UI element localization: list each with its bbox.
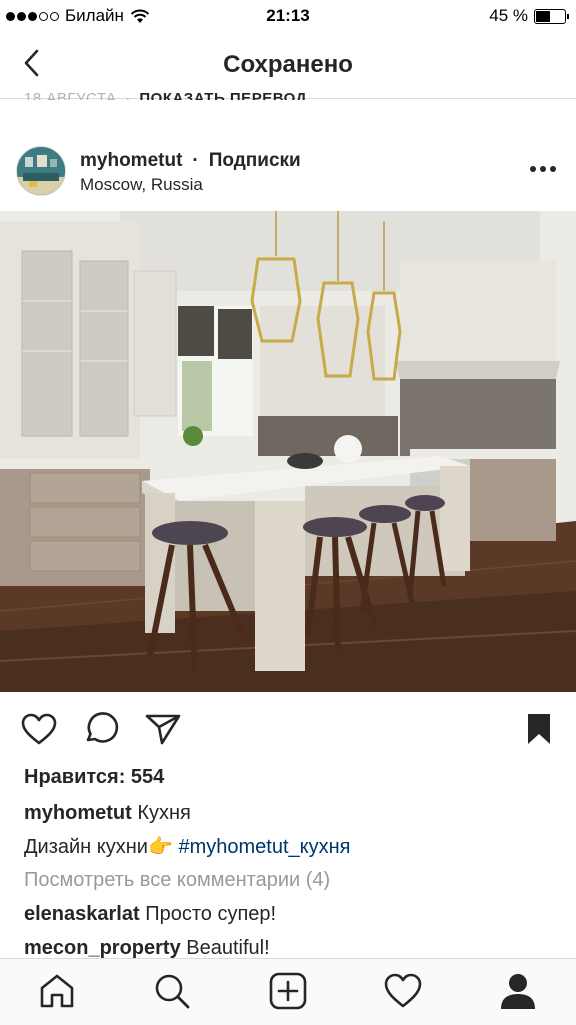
comment-text: Просто супер!: [145, 903, 277, 925]
heart-icon[interactable]: [20, 712, 58, 746]
kitchen-photo: [0, 211, 576, 692]
post-actions: [0, 700, 576, 760]
comment-item: elenaskarlat Просто супер!: [24, 903, 276, 926]
tab-bar: [0, 958, 576, 1025]
comment-username[interactable]: mecon_property: [24, 937, 181, 959]
likes-count[interactable]: Нравится: 554: [24, 766, 164, 789]
battery-percent: 45 %: [489, 6, 528, 25]
comment-item: mecon_property Beautiful!: [24, 937, 270, 960]
meta-separator: ·: [125, 90, 131, 100]
post-image[interactable]: [0, 211, 576, 692]
battery-group: 45 %: [489, 6, 569, 26]
send-icon[interactable]: [144, 712, 182, 746]
view-all-comments-link[interactable]: Посмотреть все комментарии (4): [24, 869, 330, 892]
post-date: 18 АВГУСТА: [24, 90, 117, 100]
follow-status-button[interactable]: Подписки: [209, 150, 301, 171]
comment-icon[interactable]: [82, 712, 120, 746]
avatar-image: [17, 147, 65, 195]
battery-icon: [534, 8, 569, 24]
post-header: myhometut · Подписки Moscow, Russia: [0, 140, 576, 200]
bookmark-icon[interactable]: [520, 712, 558, 746]
caption-username[interactable]: myhometut: [24, 802, 132, 824]
hashtag-link[interactable]: #myhometut_кухня: [178, 836, 350, 858]
page-title: Сохранено: [223, 51, 353, 78]
more-horizontal-icon[interactable]: [530, 166, 556, 172]
activity-heart-icon[interactable]: [383, 971, 423, 1011]
author-separator: ·: [192, 150, 199, 171]
caption-line-2: Дизайн кухни👉 #myhometut_кухня: [24, 834, 350, 859]
caption-line2-text: Дизайн кухни: [24, 836, 148, 858]
post-author-line: myhometut · Подписки: [80, 150, 301, 172]
avatar[interactable]: [16, 146, 66, 196]
caption-text: Кухня: [137, 802, 191, 824]
post-username[interactable]: myhometut: [80, 150, 182, 171]
post-location[interactable]: Moscow, Russia: [80, 175, 203, 195]
home-icon[interactable]: [37, 971, 77, 1011]
comment-text: Beautiful!: [186, 937, 270, 959]
search-icon[interactable]: [152, 971, 192, 1011]
show-translation-link[interactable]: ПОКАЗАТЬ ПЕРЕВОД: [139, 90, 306, 100]
profile-icon[interactable]: [498, 971, 538, 1011]
previous-post-meta: 18 АВГУСТА · ПОКАЗАТЬ ПЕРЕВОД: [24, 86, 307, 100]
caption: myhometut Кухня: [24, 802, 191, 825]
comment-username[interactable]: elenaskarlat: [24, 903, 140, 925]
add-icon[interactable]: [268, 971, 308, 1011]
status-bar: Билайн 21:13 45 %: [0, 0, 576, 32]
pointing-emoji: 👉: [147, 836, 173, 858]
